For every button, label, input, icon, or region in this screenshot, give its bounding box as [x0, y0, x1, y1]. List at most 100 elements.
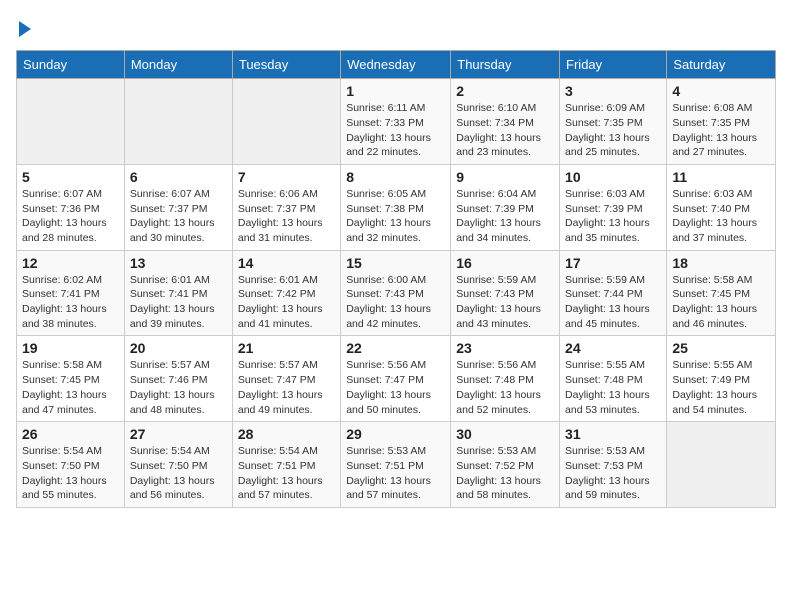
calendar-cell: 3 Sunrise: 6:09 AM Sunset: 7:35 PM Daylig…: [560, 79, 667, 165]
day-info: Sunrise: 5:56 AM Sunset: 7:48 PM Dayligh…: [456, 358, 554, 417]
day-info: Sunrise: 5:54 AM Sunset: 7:51 PM Dayligh…: [238, 444, 335, 503]
day-number: 29: [346, 426, 445, 442]
week-row-3: 19 Sunrise: 5:58 AM Sunset: 7:45 PM Dayli…: [17, 336, 776, 422]
calendar-cell: 25Sunrise: 5:55 AM Sunset: 7:49 PM Dayli…: [667, 336, 776, 422]
calendar-cell: [17, 79, 125, 165]
logo: [16, 16, 31, 40]
calendar-cell: 24Sunrise: 5:55 AM Sunset: 7:48 PM Dayli…: [560, 336, 667, 422]
day-number: 15: [346, 255, 445, 271]
day-number: 30: [456, 426, 554, 442]
logo-text: [16, 16, 31, 40]
day-info: Sunrise: 6:07 AM Sunset: 7:37 PM Dayligh…: [130, 187, 227, 246]
day-info: Sunrise: 5:54 AM Sunset: 7:50 PM Dayligh…: [22, 444, 119, 503]
calendar-cell: 20 Sunrise: 5:57 AM Sunset: 7:46 PM Dayli…: [124, 336, 232, 422]
day-number: 23: [456, 340, 554, 356]
day-number: 2: [456, 83, 554, 99]
calendar-cell: 29 Sunrise: 5:53 AM Sunset: 7:51 PM Dayli…: [341, 422, 451, 508]
day-info: Sunrise: 6:03 AM Sunset: 7:39 PM Dayligh…: [565, 187, 661, 246]
day-info: Sunrise: 5:56 AM Sunset: 7:47 PM Dayligh…: [346, 358, 445, 417]
header-tuesday: Tuesday: [232, 51, 340, 79]
day-number: 17: [565, 255, 661, 271]
calendar-cell: 30 Sunrise: 5:53 AM Sunset: 7:52 PM Dayli…: [451, 422, 560, 508]
calendar-cell: 19 Sunrise: 5:58 AM Sunset: 7:45 PM Dayli…: [17, 336, 125, 422]
day-info: Sunrise: 5:57 AM Sunset: 7:46 PM Dayligh…: [130, 358, 227, 417]
calendar-cell: 21 Sunrise: 5:57 AM Sunset: 7:47 PM Dayli…: [232, 336, 340, 422]
calendar-cell: 6 Sunrise: 6:07 AM Sunset: 7:37 PM Daylig…: [124, 164, 232, 250]
day-number: 13: [130, 255, 227, 271]
calendar-cell: [124, 79, 232, 165]
day-info: Sunrise: 5:53 AM Sunset: 7:51 PM Dayligh…: [346, 444, 445, 503]
day-number: 3: [565, 83, 661, 99]
calendar-cell: 18 Sunrise: 5:58 AM Sunset: 7:45 PM Dayli…: [667, 250, 776, 336]
day-info: Sunrise: 6:01 AM Sunset: 7:41 PM Dayligh…: [130, 273, 227, 332]
week-row-2: 12Sunrise: 6:02 AM Sunset: 7:41 PM Dayli…: [17, 250, 776, 336]
day-number: 21: [238, 340, 335, 356]
header-sunday: Sunday: [17, 51, 125, 79]
calendar-cell: 22 Sunrise: 5:56 AM Sunset: 7:47 PM Dayli…: [341, 336, 451, 422]
header-saturday: Saturday: [667, 51, 776, 79]
day-info: Sunrise: 6:06 AM Sunset: 7:37 PM Dayligh…: [238, 187, 335, 246]
day-number: 27: [130, 426, 227, 442]
day-info: Sunrise: 6:10 AM Sunset: 7:34 PM Dayligh…: [456, 101, 554, 160]
day-info: Sunrise: 5:58 AM Sunset: 7:45 PM Dayligh…: [672, 273, 770, 332]
day-info: Sunrise: 6:09 AM Sunset: 7:35 PM Dayligh…: [565, 101, 661, 160]
day-number: 12: [22, 255, 119, 271]
day-info: Sunrise: 6:08 AM Sunset: 7:35 PM Dayligh…: [672, 101, 770, 160]
day-info: Sunrise: 6:05 AM Sunset: 7:38 PM Dayligh…: [346, 187, 445, 246]
header-wednesday: Wednesday: [341, 51, 451, 79]
day-number: 4: [672, 83, 770, 99]
day-number: 22: [346, 340, 445, 356]
day-info: Sunrise: 5:55 AM Sunset: 7:48 PM Dayligh…: [565, 358, 661, 417]
calendar-cell: 28Sunrise: 5:54 AM Sunset: 7:51 PM Dayli…: [232, 422, 340, 508]
calendar-cell: 16 Sunrise: 5:59 AM Sunset: 7:43 PM Dayli…: [451, 250, 560, 336]
day-number: 16: [456, 255, 554, 271]
day-info: Sunrise: 5:54 AM Sunset: 7:50 PM Dayligh…: [130, 444, 227, 503]
calendar-cell: 10 Sunrise: 6:03 AM Sunset: 7:39 PM Dayli…: [560, 164, 667, 250]
calendar-cell: 11Sunrise: 6:03 AM Sunset: 7:40 PM Dayli…: [667, 164, 776, 250]
day-number: 20: [130, 340, 227, 356]
calendar-cell: 14 Sunrise: 6:01 AM Sunset: 7:42 PM Dayli…: [232, 250, 340, 336]
day-number: 6: [130, 169, 227, 185]
calendar-cell: 26Sunrise: 5:54 AM Sunset: 7:50 PM Dayli…: [17, 422, 125, 508]
logo-arrow-icon: [19, 21, 31, 37]
day-info: Sunrise: 6:03 AM Sunset: 7:40 PM Dayligh…: [672, 187, 770, 246]
day-info: Sunrise: 5:57 AM Sunset: 7:47 PM Dayligh…: [238, 358, 335, 417]
day-info: Sunrise: 6:11 AM Sunset: 7:33 PM Dayligh…: [346, 101, 445, 160]
day-number: 19: [22, 340, 119, 356]
day-number: 8: [346, 169, 445, 185]
calendar-cell: 7Sunrise: 6:06 AM Sunset: 7:37 PM Daylig…: [232, 164, 340, 250]
header-friday: Friday: [560, 51, 667, 79]
header-thursday: Thursday: [451, 51, 560, 79]
calendar-cell: 4 Sunrise: 6:08 AM Sunset: 7:35 PM Daylig…: [667, 79, 776, 165]
day-info: Sunrise: 6:00 AM Sunset: 7:43 PM Dayligh…: [346, 273, 445, 332]
day-info: Sunrise: 5:53 AM Sunset: 7:52 PM Dayligh…: [456, 444, 554, 503]
day-number: 14: [238, 255, 335, 271]
calendar-cell: [232, 79, 340, 165]
calendar-cell: 9 Sunrise: 6:04 AM Sunset: 7:39 PM Daylig…: [451, 164, 560, 250]
day-number: 1: [346, 83, 445, 99]
calendar-cell: 2 Sunrise: 6:10 AM Sunset: 7:34 PM Daylig…: [451, 79, 560, 165]
day-number: 10: [565, 169, 661, 185]
week-row-4: 26Sunrise: 5:54 AM Sunset: 7:50 PM Dayli…: [17, 422, 776, 508]
calendar-cell: 13 Sunrise: 6:01 AM Sunset: 7:41 PM Dayli…: [124, 250, 232, 336]
calendar-cell: 27 Sunrise: 5:54 AM Sunset: 7:50 PM Dayli…: [124, 422, 232, 508]
day-info: Sunrise: 5:53 AM Sunset: 7:53 PM Dayligh…: [565, 444, 661, 503]
day-number: 31: [565, 426, 661, 442]
calendar-cell: 23 Sunrise: 5:56 AM Sunset: 7:48 PM Dayli…: [451, 336, 560, 422]
calendar-table: SundayMondayTuesdayWednesdayThursdayFrid…: [16, 50, 776, 508]
calendar-header-row: SundayMondayTuesdayWednesdayThursdayFrid…: [17, 51, 776, 79]
calendar-cell: 31 Sunrise: 5:53 AM Sunset: 7:53 PM Dayli…: [560, 422, 667, 508]
calendar-cell: 17Sunrise: 5:59 AM Sunset: 7:44 PM Dayli…: [560, 250, 667, 336]
day-info: Sunrise: 5:59 AM Sunset: 7:43 PM Dayligh…: [456, 273, 554, 332]
day-info: Sunrise: 5:58 AM Sunset: 7:45 PM Dayligh…: [22, 358, 119, 417]
day-info: Sunrise: 6:01 AM Sunset: 7:42 PM Dayligh…: [238, 273, 335, 332]
calendar-cell: 5Sunrise: 6:07 AM Sunset: 7:36 PM Daylig…: [17, 164, 125, 250]
day-number: 18: [672, 255, 770, 271]
week-row-0: 1 Sunrise: 6:11 AM Sunset: 7:33 PM Daylig…: [17, 79, 776, 165]
day-number: 9: [456, 169, 554, 185]
calendar-cell: 1 Sunrise: 6:11 AM Sunset: 7:33 PM Daylig…: [341, 79, 451, 165]
calendar-cell: [667, 422, 776, 508]
header-monday: Monday: [124, 51, 232, 79]
day-info: Sunrise: 6:04 AM Sunset: 7:39 PM Dayligh…: [456, 187, 554, 246]
day-info: Sunrise: 6:07 AM Sunset: 7:36 PM Dayligh…: [22, 187, 119, 246]
